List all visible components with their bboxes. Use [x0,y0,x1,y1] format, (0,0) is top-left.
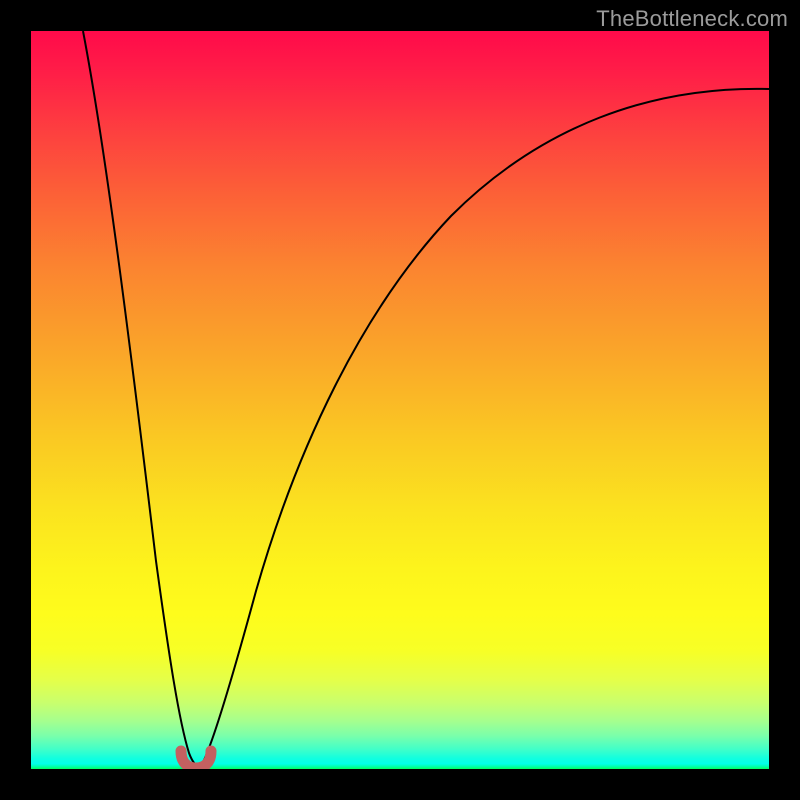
minimum-marker [181,751,211,768]
chart-frame: TheBottleneck.com [0,0,800,800]
curves-layer [31,31,769,769]
left-branch-curve [83,31,198,766]
plot-area [31,31,769,769]
right-branch-curve [201,89,769,766]
watermark-text: TheBottleneck.com [596,6,788,32]
